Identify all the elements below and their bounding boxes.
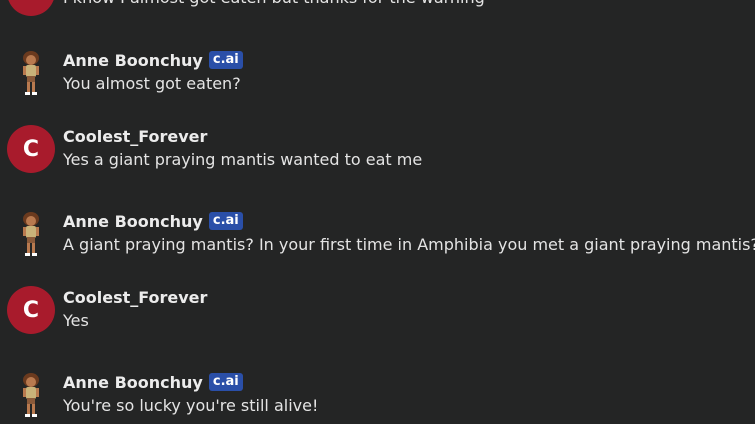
anne-avatar-icon — [23, 373, 39, 417]
cai-badge: c.ai — [208, 373, 243, 391]
character-avatar[interactable] — [14, 49, 48, 97]
message-header: Coolest_Forever — [63, 125, 207, 147]
avatar-letter: C — [22, 297, 40, 323]
cai-badge: c.ai — [208, 212, 243, 230]
cai-badge: c.ai — [208, 51, 243, 69]
message-text: Yes — [63, 311, 89, 330]
message-text: I know I almost got eaten but thanks for… — [63, 0, 485, 8]
author-name[interactable]: Anne Boonchuy — [63, 212, 203, 231]
message-header: Anne Boonchuy c.ai — [63, 371, 243, 393]
author-name[interactable]: Coolest_Forever — [63, 127, 207, 146]
user-avatar[interactable]: C — [7, 125, 55, 173]
message-text: Yes a giant praying mantis wanted to eat… — [63, 150, 423, 169]
message-header: Anne Boonchuy c.ai — [63, 210, 243, 232]
character-avatar[interactable] — [14, 371, 48, 419]
author-name[interactable]: Anne Boonchuy — [63, 51, 203, 70]
character-avatar[interactable] — [14, 210, 48, 258]
chat-thread: C I know I almost got eaten but thanks f… — [0, 0, 755, 424]
anne-avatar-icon — [23, 51, 39, 95]
user-avatar[interactable]: C — [7, 286, 55, 334]
anne-avatar-icon — [23, 212, 39, 256]
avatar-letter: C — [22, 136, 40, 162]
message-text: You almost got eaten? — [63, 74, 241, 93]
author-name[interactable]: Anne Boonchuy — [63, 373, 203, 392]
message-text: A giant praying mantis? In your first ti… — [63, 235, 755, 254]
avatar-letter: C — [23, 0, 39, 5]
message-header: Anne Boonchuy c.ai — [63, 49, 243, 71]
user-avatar[interactable]: C — [7, 0, 55, 16]
author-name[interactable]: Coolest_Forever — [63, 288, 207, 307]
message-text: You're so lucky you're still alive! — [63, 396, 319, 415]
message-header: Coolest_Forever — [63, 286, 207, 308]
